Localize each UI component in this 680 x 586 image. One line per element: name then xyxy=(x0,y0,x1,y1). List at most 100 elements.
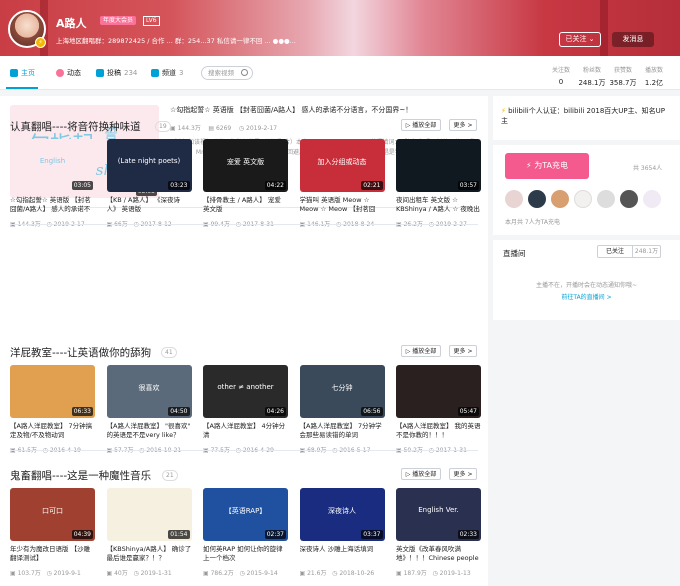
video-title[interactable]: 【A路人洋屁教室】 我的英语不是你教的！！！ xyxy=(396,422,482,440)
video-title[interactable]: 【A路人洋屁教室】 4分钟分清 other/another/others/the xyxy=(203,422,289,440)
stat-plays: 播放数 1.2亿 xyxy=(644,67,664,87)
thumbnail-caption: 七分钟 xyxy=(331,384,353,392)
video-title[interactable]: 【A路人洋屁教室】 7分钟搞定及物/不及物动词 xyxy=(10,422,96,440)
stat-likes: 获赞数 358.7万 xyxy=(609,67,637,87)
dynamic-icon xyxy=(56,69,64,77)
video-title[interactable]: 【KB / A路人】 《深夜诗人》 英语版 xyxy=(107,196,193,214)
video-thumbnail[interactable]: 口可口 04:39 xyxy=(10,488,95,541)
home-icon xyxy=(10,69,18,77)
channel-icon xyxy=(151,69,159,77)
section-title[interactable]: 认真翻唱----将音符换种味道 xyxy=(10,119,141,134)
video-title[interactable]: 年少有为魔改日语版 【沙雕翻译测试】 xyxy=(10,545,96,563)
cert-icon: ⚡ xyxy=(501,107,506,115)
video-thumbnail[interactable]: English Ver. 02:33 xyxy=(396,488,481,541)
featured-title[interactable]: ☆勾指起誓☆ 英语版 【封茗囧菌/A路人】 感人的承诺不分语言，不分国界~！ xyxy=(170,106,478,115)
video-title[interactable]: 夜间出租车 英文版 ☆ KBShinya / A路人 ☆ 夜晚出租车 xyxy=(396,196,482,214)
section-count: 41 xyxy=(161,347,177,358)
video-duration: 03:05 xyxy=(71,181,93,190)
video-thumbnail[interactable]: 宠爱 英文版 04:22 xyxy=(203,139,288,192)
video-title[interactable]: 【排骨教主 / A路人】 宠爱 英文版 xyxy=(203,196,289,214)
thumbnail-caption: 很喜欢 xyxy=(138,384,160,392)
verified-badge-icon: ⚡ xyxy=(35,37,46,48)
username: A路人 xyxy=(56,17,87,30)
live-follow-button[interactable]: 已关注 248.1万 xyxy=(597,245,661,258)
video-duration: 02:37 xyxy=(264,530,286,539)
avatar[interactable] xyxy=(620,190,638,208)
video-thumbnail[interactable]: 05:47 xyxy=(396,365,481,418)
video-thumbnail[interactable]: 七分钟 06:56 xyxy=(299,365,385,418)
vip-badge: 年度大会员 xyxy=(100,16,137,25)
live-room-link[interactable]: 前往TA的直播间 > xyxy=(493,292,680,301)
featured-meta: ▣ 144.3万 ▤ 6269 ◷ 2019-2-17 xyxy=(170,125,278,132)
curtain-stripe xyxy=(600,0,608,56)
tab-home[interactable]: 主页 xyxy=(10,68,35,78)
avatar[interactable] xyxy=(505,190,523,208)
thumbnail-caption: English Ver. xyxy=(418,506,459,514)
video-duration: 06:33 xyxy=(71,407,93,416)
charge-total: 共 3654人 xyxy=(633,165,663,172)
divider xyxy=(10,224,478,225)
followed-button[interactable]: 已关注 ⌄ xyxy=(559,32,601,47)
charge-button[interactable]: ⚡ 为TA充电 xyxy=(505,153,589,179)
message-button[interactable]: 发消息 xyxy=(612,32,654,47)
video-title[interactable]: 【KBShinya/A路人】 确诊了 最后谁是赢家？！？ xyxy=(107,545,193,563)
video-thumbnail[interactable]: 加入分组或动态 02:21 xyxy=(299,139,385,192)
video-title[interactable]: 【A路人洋屁教室】 "很喜欢" 的英语是不是very like？ xyxy=(107,422,193,440)
video-meta: ▣ 21.6万 ◷ 2018-10-26 xyxy=(299,570,375,577)
video-duration: 04:39 xyxy=(71,530,93,539)
main-content: 勾指起 誓 English 03:05 ☆勾指起誓☆ 英语版 【封茗囧菌/A路人… xyxy=(0,96,488,586)
profile-banner: ⚡ A路人 年度大会员 LV6 上海地区翻唱群：289872425 / 合作 .… xyxy=(0,0,680,56)
search-input[interactable]: 搜索视频 xyxy=(201,66,253,80)
avatar[interactable] xyxy=(574,190,592,208)
avatar[interactable] xyxy=(551,190,569,208)
video-title[interactable]: 学猫叫 英语版 Meow ☆ Meow ☆ Meow 【封茗囧菌/A路人】 xyxy=(300,196,386,214)
video-duration: 04:50 xyxy=(168,407,190,416)
video-title[interactable]: 【A路人洋屁教室】 7分钟学会那些易读错的单词 xyxy=(300,422,386,440)
video-duration: 05:47 xyxy=(457,407,479,416)
video-duration: 03:57 xyxy=(457,181,479,190)
video-title[interactable]: ☆勾指起誓☆ 英语版 【封茗囧菌/A路人】 感人的承诺不分语言 xyxy=(10,196,96,214)
section-title[interactable]: 洋屁教室----让英语做你的舔狗 xyxy=(10,345,151,360)
video-thumbnail[interactable]: 深夜诗人 03:37 xyxy=(299,488,385,541)
video-thumbnail[interactable]: 很喜欢 04:50 xyxy=(106,365,192,418)
more-button[interactable]: 更多 > xyxy=(449,468,477,480)
stat-following[interactable]: 关注数 0 xyxy=(546,65,576,86)
tab-submit[interactable]: 投稿 234 xyxy=(96,68,137,78)
video-thumbnail[interactable]: other ≠ another 04:26 xyxy=(203,365,288,418)
charge-panel: ⚡ 为TA充电 共 3654人 本月共 7人为TA充电 xyxy=(493,145,680,235)
section-title[interactable]: 鬼畜翻唱----这是一种魔性音乐 xyxy=(10,468,151,483)
section-count: 19 xyxy=(155,121,171,132)
video-duration: 03:37 xyxy=(361,530,383,539)
thumbnail-caption: (Late night poets) xyxy=(117,157,181,165)
avatar[interactable] xyxy=(643,190,661,208)
play-all-button[interactable]: ▷ 播放全部 xyxy=(401,345,441,357)
video-title[interactable]: 英文版《改革春风吹满地》！！！Chinese people so xyxy=(396,545,482,563)
user-sign: 上海地区翻唱群：289872425 / 合作 ... 群：254...37 私信… xyxy=(56,37,296,45)
video-duration: 04:26 xyxy=(264,407,286,416)
video-duration: 01:54 xyxy=(168,530,190,539)
charge-month: 本月共 7人为TA充电 xyxy=(505,219,561,226)
play-all-button[interactable]: ▷ 播放全部 xyxy=(401,119,441,131)
play-all-button[interactable]: ▷ 播放全部 xyxy=(401,468,441,480)
video-thumbnail[interactable]: (Late night poets) 03:23 xyxy=(106,139,192,192)
avatar[interactable] xyxy=(597,190,615,208)
avatar[interactable] xyxy=(528,190,546,208)
tab-channel[interactable]: 频道 3 xyxy=(151,68,183,78)
video-thumbnail[interactable]: 01:54 xyxy=(106,488,192,541)
avatar[interactable]: ⚡ xyxy=(8,10,46,48)
video-thumbnail[interactable]: 【英语RAP】 02:37 xyxy=(203,488,288,541)
video-thumbnail[interactable]: 03:57 xyxy=(396,139,481,192)
video-title[interactable]: 深夜诗人 沙雕上海话填词 xyxy=(300,545,386,563)
video-meta: ▣ 187.9万 ◷ 2019-1-13 xyxy=(396,570,471,577)
video-duration: 02:21 xyxy=(361,181,383,190)
video-thumbnail[interactable]: English 03:05 xyxy=(10,139,95,192)
live-panel: 直播间 已关注 248.1万 主播不在，开播时会在动态通知你哦~ 前往TA的直播间… xyxy=(493,240,680,320)
stat-fans[interactable]: 粉丝数 248.1万 xyxy=(577,65,607,88)
video-duration: 04:22 xyxy=(264,181,286,190)
tab-dynamic[interactable]: 动态 xyxy=(56,68,81,78)
more-button[interactable]: 更多 > xyxy=(449,119,477,131)
more-button[interactable]: 更多 > xyxy=(449,345,477,357)
video-thumbnail[interactable]: 06:33 xyxy=(10,365,95,418)
thumbnail-caption: 深夜诗人 xyxy=(328,507,356,515)
video-title[interactable]: 如何英RAP 如何让你的旋律上一个档次 xyxy=(203,545,289,563)
